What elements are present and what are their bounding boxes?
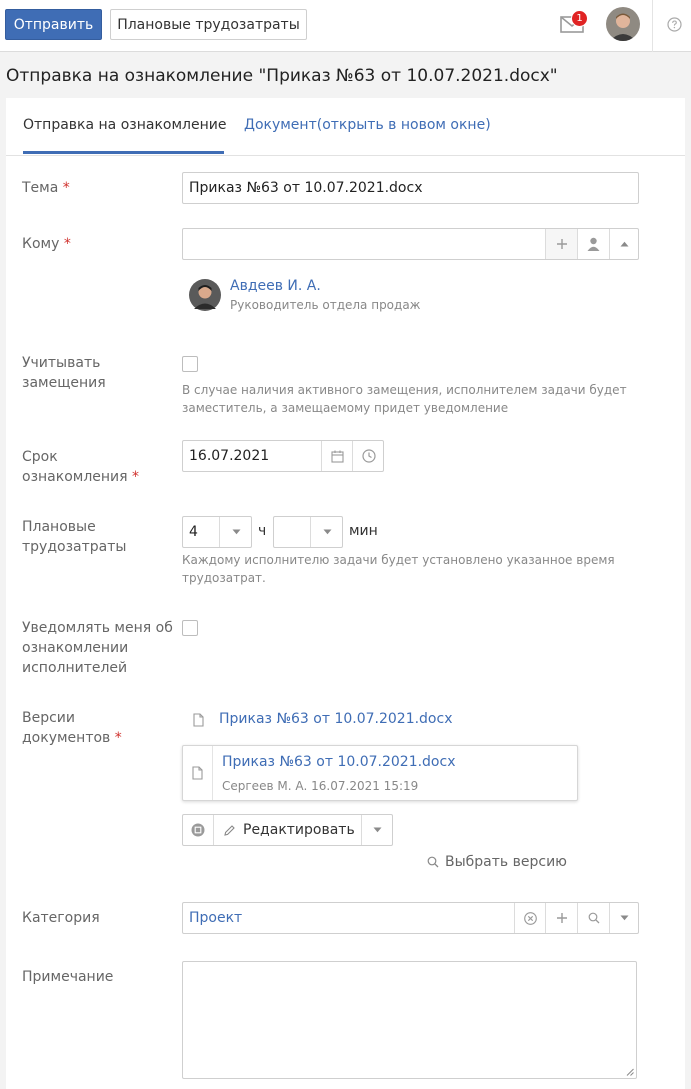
- file-icon: [192, 766, 203, 780]
- clock-icon: [361, 449, 376, 463]
- time-button[interactable]: [352, 441, 384, 471]
- versions-label: Версии документов *: [22, 710, 122, 746]
- resize-handle-icon[interactable]: [626, 1068, 634, 1076]
- collapse-recipients-button[interactable]: [609, 229, 639, 259]
- document-version-card[interactable]: Приказ №63 от 10.07.2021.docx Сергеев М.…: [182, 745, 578, 801]
- calendar-button[interactable]: [321, 441, 352, 471]
- notify-checkbox[interactable]: [182, 620, 198, 636]
- search-icon: [427, 856, 439, 868]
- required-mark: *: [114, 730, 122, 746]
- form-panel: Отправка на ознакомление Документ(открыт…: [6, 98, 685, 1089]
- notification-badge: 1: [571, 10, 588, 27]
- page-title: Отправка на ознакомление "Приказ №63 от …: [6, 66, 558, 86]
- substitution-checkbox[interactable]: [182, 356, 198, 372]
- category-dropdown-button[interactable]: [609, 903, 639, 933]
- edit-button-label: Редактировать: [243, 822, 355, 838]
- file-icon: [193, 713, 204, 727]
- edit-button-group: Редактировать: [182, 814, 393, 846]
- minutes-select[interactable]: [273, 516, 343, 548]
- search-icon: [588, 912, 599, 924]
- edit-button[interactable]: Редактировать: [214, 815, 361, 845]
- to-input[interactable]: [182, 228, 639, 260]
- version-card-title[interactable]: Приказ №63 от 10.07.2021.docx: [222, 754, 455, 770]
- toolbar-divider: [652, 0, 653, 52]
- required-mark: *: [63, 236, 71, 252]
- to-label: Кому *: [22, 236, 71, 252]
- minutes-unit: мин: [349, 523, 378, 539]
- category-label: Категория: [22, 910, 100, 926]
- tab-document-new-window[interactable]: Документ(открыть в новом окне): [244, 117, 491, 133]
- add-category-button[interactable]: [545, 903, 577, 933]
- version-card-meta: Сергеев М. А. 16.07.2021 15:19: [222, 779, 419, 793]
- substitution-hint: В случае наличия активного замещения, ис…: [182, 383, 627, 415]
- recipient-role: Руководитель отдела продаж: [230, 298, 421, 312]
- plus-icon: [556, 239, 567, 249]
- tab-send-for-review[interactable]: Отправка на ознакомление: [23, 117, 226, 133]
- note-textarea[interactable]: [182, 961, 637, 1079]
- recipient-name[interactable]: Авдеев И. А.: [230, 278, 321, 294]
- minutes-dropdown-button[interactable]: [310, 517, 343, 547]
- top-toolbar: Отправить Плановые трудозатраты 1: [0, 0, 691, 52]
- help-icon[interactable]: [667, 17, 682, 32]
- substitution-label: Учитывать замещения: [22, 355, 106, 391]
- select-user-button[interactable]: [577, 229, 609, 259]
- notify-label: Уведомлять меня об ознакомлении исполнит…: [22, 620, 173, 676]
- add-recipient-button[interactable]: [545, 229, 577, 259]
- required-mark: *: [62, 180, 70, 196]
- category-input[interactable]: Проект: [182, 902, 639, 934]
- subject-input[interactable]: Приказ №63 от 10.07.2021.docx: [182, 172, 639, 204]
- edit-status-button[interactable]: [183, 815, 214, 845]
- edit-dropdown-button[interactable]: [361, 815, 392, 845]
- plus-icon: [556, 913, 567, 923]
- hours-unit: ч: [258, 523, 267, 539]
- clear-category-button[interactable]: [514, 903, 545, 933]
- hours-dropdown-button[interactable]: [219, 517, 252, 547]
- caret-up-icon: [620, 241, 629, 247]
- status-icon: [191, 823, 205, 837]
- search-category-button[interactable]: [577, 903, 609, 933]
- hours-select[interactable]: 4: [182, 516, 252, 548]
- clear-icon: [523, 911, 537, 925]
- choose-version-link[interactable]: Выбрать версию: [427, 852, 567, 872]
- deadline-input[interactable]: 16.07.2021: [182, 440, 384, 472]
- effort-label: Плановые трудозатраты: [22, 519, 127, 555]
- caret-down-icon: [232, 529, 240, 535]
- pencil-icon: [224, 824, 235, 836]
- user-avatar[interactable]: [606, 7, 640, 41]
- tab-bar: Отправка на ознакомление Документ(открыт…: [6, 98, 685, 156]
- document-link[interactable]: Приказ №63 от 10.07.2021.docx: [219, 711, 452, 727]
- caret-down-icon: [323, 529, 331, 535]
- caret-down-icon: [373, 827, 381, 833]
- subject-label: Тема *: [22, 180, 70, 196]
- recipient-avatar: [189, 279, 221, 311]
- recipient-item[interactable]: Авдеев И. А. Руководитель отдела продаж: [189, 278, 489, 315]
- calendar-icon: [330, 450, 344, 463]
- note-label: Примечание: [22, 969, 114, 985]
- caret-down-icon: [620, 915, 629, 921]
- planned-effort-button[interactable]: Плановые трудозатраты: [110, 9, 307, 40]
- send-button[interactable]: Отправить: [5, 9, 102, 40]
- required-mark: *: [132, 469, 140, 485]
- active-tab-indicator: [23, 151, 224, 154]
- effort-hint: Каждому исполнителю задачи будет установ…: [182, 553, 615, 585]
- deadline-label: Срок ознакомления *: [22, 449, 140, 485]
- user-icon: [587, 237, 600, 251]
